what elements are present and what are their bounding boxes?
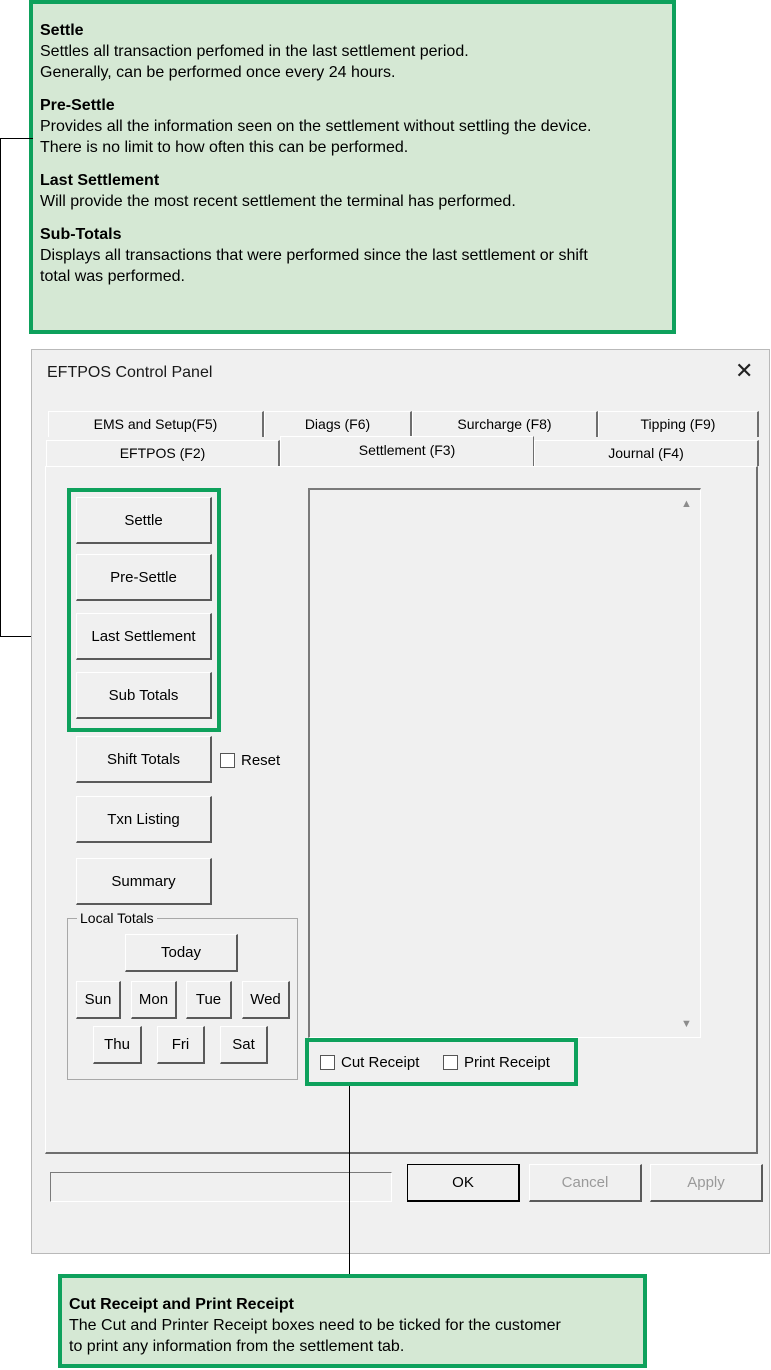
tab-tipping[interactable]: Tipping (F9) [598,411,759,437]
note-text: The Cut and Printer Receipt boxes need t… [69,1317,561,1334]
tab-label: Journal (F4) [608,445,684,461]
reset-checkbox[interactable]: Reset [220,752,280,769]
tab-diags[interactable]: Diags (F6) [264,411,412,437]
scroll-up-icon[interactable]: ▲ [681,498,692,510]
highlight-settlement-buttons [67,488,221,732]
today-button[interactable]: Today [125,934,238,972]
close-icon[interactable]: ✕ [735,358,753,384]
tab-eftpos[interactable]: EFTPOS (F2) [46,440,280,466]
vertical-scrollbar[interactable]: ▲ ▼ [676,490,700,1037]
annotation-note-settlement-buttons: Settle Settles all transaction perfomed … [29,0,676,334]
status-field [50,1172,392,1202]
note-heading: Cut Receipt and Print Receipt [69,1296,294,1313]
connector-line [0,138,1,637]
note-text: Will provide the most recent settlement … [40,193,516,210]
sat-button[interactable]: Sat [220,1026,268,1064]
fri-button[interactable]: Fri [157,1026,205,1064]
settlement-report-area[interactable]: ▲ ▼ [308,488,701,1038]
tab-label: Settlement (F3) [358,442,456,458]
tab-journal[interactable]: Journal (F4) [534,440,759,466]
tab-label: EFTPOS (F2) [119,445,206,461]
local-totals-label: Local Totals [77,910,157,926]
tab-label: Surcharge (F8) [457,416,552,432]
tab-settlement[interactable]: Settlement (F3) [280,436,534,466]
note-text: Provides all the information seen on the… [40,118,592,135]
note-heading: Last Settlement [40,172,160,189]
connector-line [0,138,33,139]
note-text: to print any information from the settle… [69,1338,405,1355]
thu-button[interactable]: Thu [93,1026,142,1064]
tue-button[interactable]: Tue [186,981,232,1019]
apply-button[interactable]: Apply [650,1164,763,1202]
tab-label: EMS and Setup(F5) [93,416,218,432]
tab-surcharge[interactable]: Surcharge (F8) [412,411,598,437]
dialog-title: EFTPOS Control Panel [47,364,213,381]
summary-button[interactable]: Summary [76,858,212,905]
cancel-button[interactable]: Cancel [529,1164,642,1202]
checkbox-box[interactable] [220,753,235,768]
note-text: total was performed. [40,268,185,285]
tab-label: Diags (F6) [304,416,371,432]
note-text: Generally, can be performed once every 2… [40,64,396,81]
tab-label: Tipping (F9) [640,416,716,432]
shift-totals-button[interactable]: Shift Totals [76,736,212,783]
note-heading: Settle [40,22,84,39]
ok-button[interactable]: OK [407,1164,520,1202]
note-text: There is no limit to how often this can … [40,139,409,156]
note-text: Displays all transactions that were perf… [40,247,588,264]
sun-button[interactable]: Sun [76,981,121,1019]
mon-button[interactable]: Mon [131,981,177,1019]
note-text: Settles all transaction perfomed in the … [40,43,469,60]
annotation-note-receipts: Cut Receipt and Print Receipt The Cut an… [58,1274,647,1368]
reset-label: Reset [241,752,281,769]
note-heading: Sub-Totals [40,226,122,243]
txn-listing-button[interactable]: Txn Listing [76,796,212,843]
tab-ems-setup[interactable]: EMS and Setup(F5) [48,411,264,437]
connector-line [349,1086,350,1274]
wed-button[interactable]: Wed [242,981,290,1019]
note-heading: Pre-Settle [40,97,115,114]
scroll-down-icon[interactable]: ▼ [681,1018,692,1030]
eftpos-control-panel-dialog: EFTPOS Control Panel ✕ EMS and Setup(F5)… [31,349,770,1254]
highlight-receipt-checkboxes [305,1038,578,1086]
